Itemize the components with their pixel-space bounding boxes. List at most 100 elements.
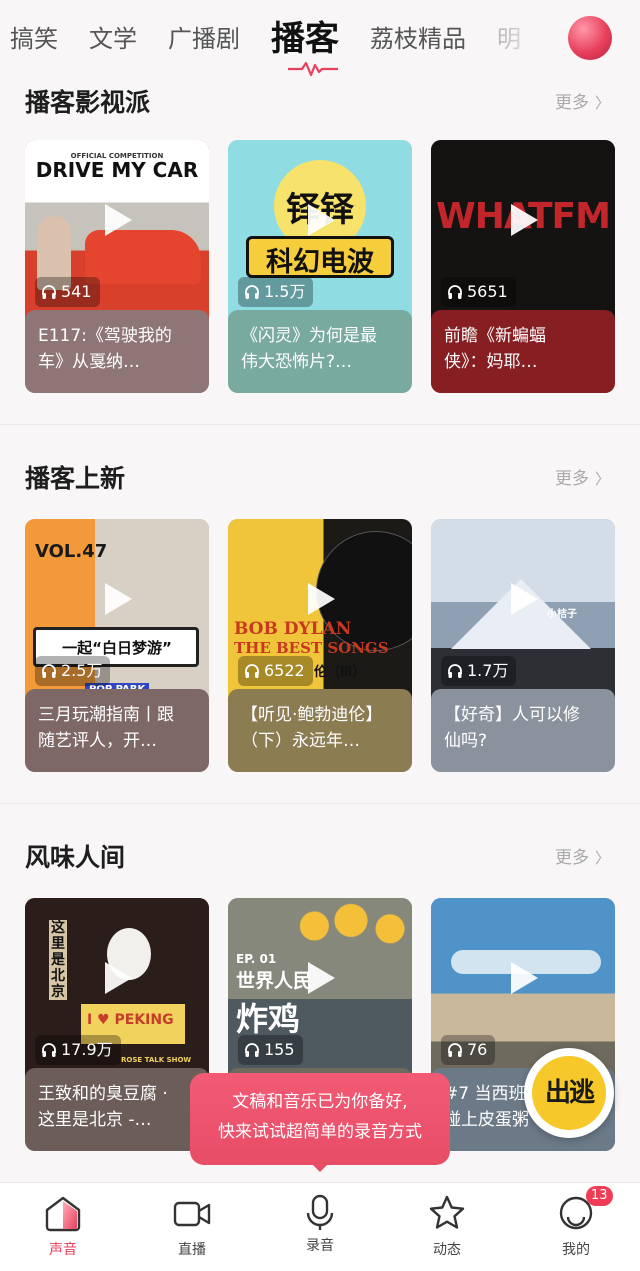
- more-label: 更多: [554, 848, 589, 868]
- chicks-shape: [290, 898, 412, 954]
- microphone-icon: [306, 1194, 334, 1230]
- cover-title: 炸鸡: [236, 1000, 301, 1038]
- caption-line-2: 车》从戛纳…: [38, 352, 140, 372]
- caption-line-1: E117:《驾驶我的: [38, 326, 172, 346]
- video-camera-icon: [173, 1201, 211, 1227]
- headphones-icon: [42, 664, 56, 678]
- card-caption: 王致和的臭豆腐 · 这里是北京 -…: [25, 1068, 209, 1151]
- podcast-card[interactable]: BOB DYLAN THE BEST SONGS 伦（Ⅲ） 6522 【听见·鲍…: [228, 519, 412, 772]
- play-count: 1.7万: [441, 656, 517, 686]
- section-film-podcasts: 播客影视派 更多〉 OFFICIAL COMPETITION DRIVE MY …: [0, 80, 640, 410]
- tab-literature[interactable]: 文学: [89, 18, 137, 60]
- podcast-card[interactable]: WHATFM 5651 前瞻《新蝙蝠 侠》：妈耶…: [431, 140, 615, 393]
- headphones-icon: [448, 285, 462, 299]
- category-tabs: 搞笑 文学 广播剧 播客 荔枝精品 明: [10, 18, 552, 60]
- play-icon[interactable]: [511, 583, 538, 615]
- caption-line-1: 王致和的臭豆腐 ·: [38, 1084, 168, 1104]
- podcast-card[interactable]: 铎铎 科幻电波 1.5万 《闪灵》为何是最 伟大恐怖片?…: [228, 140, 412, 393]
- bottom-navigation: 声音 直播 录音 动态 13 我的: [0, 1182, 640, 1271]
- caption-line-2: 仙吗?: [444, 731, 488, 751]
- nav-label: 录音: [306, 1238, 334, 1254]
- headphones-icon: [448, 1043, 462, 1057]
- play-icon[interactable]: [105, 583, 132, 615]
- nav-label: 声音: [49, 1242, 77, 1258]
- notification-badge: 13: [586, 1186, 613, 1206]
- caption-line-2: 侠》：妈耶…: [444, 352, 538, 372]
- tab-lizhi-premium[interactable]: 荔枝精品: [370, 18, 466, 60]
- play-icon[interactable]: [105, 962, 132, 994]
- card-caption: 《闪灵》为何是最 伟大恐怖片?…: [228, 310, 412, 393]
- podcast-card[interactable]: 小桔子 1.7万 【好奇】人可以修 仙吗?: [431, 519, 615, 772]
- play-count: 76: [441, 1035, 496, 1065]
- more-link[interactable]: 更多〉: [555, 464, 610, 489]
- nav-item-live[interactable]: 直播: [142, 1183, 242, 1271]
- caption-line-2: 随艺评人，开…: [38, 731, 157, 751]
- headphones-icon: [245, 285, 259, 299]
- toast-line-1: 文稿和音乐已为你备好,: [232, 1092, 408, 1112]
- card-caption: E117:《驾驶我的 车》从戛纳…: [25, 310, 209, 393]
- section-title: 播客上新: [25, 464, 126, 493]
- play-count: 155: [238, 1035, 303, 1065]
- cover-subtitle: 一起“白日梦游”: [62, 639, 172, 657]
- podcast-card[interactable]: OFFICIAL COMPETITION DRIVE MY CAR 541 E1…: [25, 140, 209, 393]
- cover-title: 小桔子: [547, 609, 577, 620]
- play-icon[interactable]: [308, 204, 335, 236]
- recording-tip-toast[interactable]: 文稿和音乐已为你备好, 快来试试超简单的录音方式: [190, 1073, 450, 1165]
- card-caption: 【听见·鲍勃迪伦】 （下）永远年…: [228, 689, 412, 772]
- headphones-icon: [245, 664, 259, 678]
- card-caption: 三月玩潮指南丨跟 随艺评人，开…: [25, 689, 209, 772]
- nav-item-feed[interactable]: 动态: [397, 1183, 497, 1271]
- cover-title: BOB DYLAN: [234, 619, 352, 639]
- toast-line-2: 快来试试超简单的录音方式: [218, 1122, 422, 1142]
- section-title: 播客影视派: [25, 88, 151, 117]
- play-count-value: 5651: [467, 282, 508, 301]
- tab-radio-drama[interactable]: 广播剧: [168, 18, 240, 60]
- caption-line-1: 《闪灵》为何是最: [241, 326, 377, 346]
- tab-funny[interactable]: 搞笑: [10, 18, 58, 60]
- podcast-card[interactable]: VOL.47 一起“白日梦游” POP PARK 2.5万 三月玩潮指南丨跟 随…: [25, 519, 209, 772]
- cover-title: DRIVE MY CAR: [35, 158, 199, 182]
- car-shape: [85, 230, 201, 284]
- play-count: 6522: [238, 656, 313, 686]
- cover-title: VOL.47: [35, 541, 108, 562]
- nav-item-me[interactable]: 13 我的: [526, 1183, 626, 1271]
- play-icon[interactable]: [105, 204, 132, 236]
- play-count-value: 2.5万: [61, 661, 103, 680]
- nav-label: 我的: [562, 1242, 590, 1258]
- user-avatar[interactable]: [568, 16, 612, 60]
- section-divider: [0, 424, 640, 425]
- more-link[interactable]: 更多〉: [555, 88, 610, 113]
- nav-item-sound[interactable]: 声音: [13, 1183, 113, 1271]
- play-icon[interactable]: [511, 204, 538, 236]
- cover-subtitle: 世界人民: [236, 970, 313, 992]
- chevron-right-icon: 〉: [594, 849, 610, 867]
- headphones-icon: [42, 1043, 56, 1057]
- star-icon: [429, 1195, 465, 1229]
- play-icon[interactable]: [308, 583, 335, 615]
- headphones-icon: [245, 1043, 259, 1057]
- play-count-value: 155: [264, 1040, 295, 1059]
- section-new-podcasts: 播客上新 更多〉 VOL.47 一起“白日梦游” POP PARK 2.5万 三…: [0, 459, 640, 789]
- play-count: 5651: [441, 277, 516, 307]
- floating-game-button[interactable]: 出逃: [524, 1048, 614, 1138]
- cover-small-text: ROSE TALK SHOW: [121, 1056, 192, 1064]
- nav-label: 直播: [178, 1242, 206, 1258]
- tab-podcast[interactable]: 播客: [271, 18, 339, 60]
- more-label: 更多: [554, 93, 589, 113]
- play-icon[interactable]: [511, 962, 538, 994]
- caption-line-1: 【好奇】人可以修: [444, 705, 580, 725]
- more-link[interactable]: 更多〉: [555, 843, 610, 868]
- caption-line-2: 伟大恐怖片?…: [241, 352, 353, 372]
- play-count-value: 17.9万: [61, 1040, 113, 1059]
- caption-line-2: （下）永远年…: [241, 731, 360, 751]
- chevron-right-icon: 〉: [594, 94, 610, 112]
- cover-subtitle: 科幻电波: [266, 247, 374, 278]
- nav-item-record[interactable]: 录音: [270, 1183, 370, 1271]
- play-icon[interactable]: [308, 962, 335, 994]
- cover-small-text: EP. 01: [236, 952, 277, 966]
- cover-small-text: 伦（Ⅲ）: [314, 665, 366, 680]
- play-count: 541: [35, 277, 100, 307]
- podcast-card[interactable]: 这里是北京 I ♥ PEKING ROSE TALK SHOW 17.9万 王致…: [25, 898, 209, 1151]
- home-icon: [45, 1196, 81, 1232]
- section-title: 风味人间: [25, 843, 126, 872]
